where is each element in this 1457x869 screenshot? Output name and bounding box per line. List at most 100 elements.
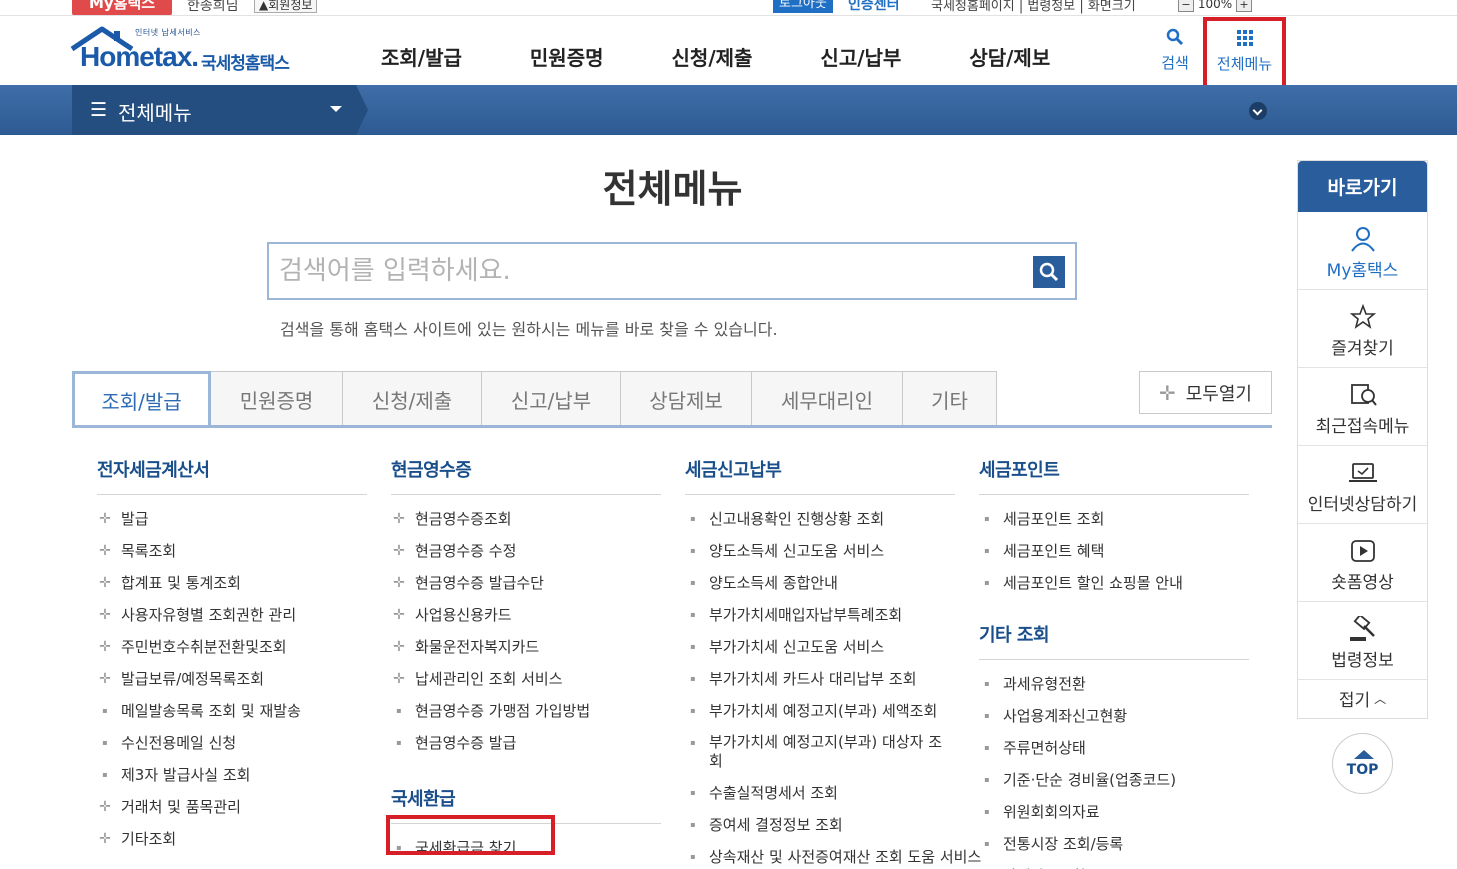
logo-text: Hometax. [80,41,199,72]
logout-button[interactable]: 로그아웃 [773,0,833,13]
menu-item[interactable]: ✛ 기타조회 [97,823,367,855]
section-title: 전자세금계산서 [97,456,367,495]
menu-item[interactable]: ▪ 현금영수증 발급 [391,727,661,759]
zoom-out-button[interactable]: − [1178,0,1194,12]
quick-my-hometax[interactable]: My홈택스 [1298,212,1427,290]
hamburger-icon: ☰ [90,99,108,121]
tab-consult-report[interactable]: 상담제보 [621,371,752,427]
tab-etc[interactable]: 기타 [903,371,997,427]
menu-item[interactable]: ▪ 주류면허상태 [979,732,1249,764]
menu-item[interactable]: ✛ 납세관리인 조회 서비스 [391,663,661,695]
menu-item-label: 발급보류/예정목록조회 [121,670,265,688]
menu-item[interactable]: ▪ 상속재산 및 사전증여재산 조회 도움 서비스 [685,841,981,869]
menu-item[interactable]: ✛ 주민번호수취분전환및조회 [97,631,367,663]
menu-item-label: 사업용신용카드 [415,606,512,624]
menu-item[interactable]: ▪ 부가가치세 예정고지(부과) 세액조회 [685,695,955,727]
gnb-certificates[interactable]: 민원증명 [530,42,604,71]
menu-item[interactable]: ✛ 사용자유형별 조회권한 관리 [97,599,367,631]
category-tabs: 조회/발급 민원증명 신청/제출 신고/납부 상담제보 세무대리인 기타 [72,371,997,427]
menu-item[interactable]: ▪ 현금영수증 가맹점 가입방법 [391,695,661,727]
menu-item[interactable]: ✛ 합계표 및 통계조회 [97,567,367,599]
menu-item[interactable]: ▪ 메일발송목록 조회 및 재발송 [97,695,367,727]
quick-law-info[interactable]: 법령정보 [1298,602,1427,680]
tab-apply-submit[interactable]: 신청/제출 [343,371,482,427]
quick-favorites[interactable]: 즐겨찾기 [1298,290,1427,368]
menu-item[interactable]: ▪ 부가가치세 신고도움 서비스 [685,631,955,663]
menu-item-label: 신고내용확인 진행상황 조회 [709,510,885,528]
quick-item-label: 최근접속메뉴 [1315,417,1410,437]
bullet-icon: ▪ [102,738,108,747]
menu-item[interactable]: ▪ 기준·단순 경비율(업종코드) [979,764,1249,796]
quick-short-video[interactable]: 숏폼영상 [1298,524,1427,602]
menu-item[interactable]: ▪ 증여세 결정정보 조회 [685,809,955,841]
bullet-icon: ▪ [690,738,696,747]
star-icon [1349,304,1377,329]
open-all-button[interactable]: ✛ 모두열기 [1139,371,1272,414]
menu-item[interactable]: ▪ 양도소득세 신고도움 서비스 [685,535,955,567]
menu-item[interactable]: ✛ 화물운전자복지카드 [391,631,661,663]
menu-item[interactable]: ▪ 양도소득세 종합안내 [685,567,955,599]
tab-underline [72,425,1272,428]
menu-item[interactable]: ▪ 수출실적명세서 조회 [685,777,955,809]
gnb-consult-report[interactable]: 상담/제보 [969,42,1050,71]
menu-item[interactable]: ▪ 세금포인트 혜택 [979,535,1249,567]
quick-online-consult[interactable]: 인터넷상담하기 [1298,446,1427,524]
zoom-in-button[interactable]: + [1235,0,1252,12]
menu-item[interactable]: ▪ 전통시장 조회/등록 [979,828,1249,860]
menu-item[interactable]: ▪ 세금포인트 조회 [979,503,1249,535]
menu-item-label: 목록조회 [121,542,177,560]
all-menu-dropdown-label: 전체메뉴 [118,101,192,125]
menu-item-label: 부가가치세 예정고지(부과) 세액조회 [709,702,938,720]
menu-item[interactable]: ✛ 발급 [97,503,367,535]
menu-item[interactable]: ✛ 현금영수증 발급수단 [391,567,661,599]
chevron-down-icon[interactable] [1249,102,1267,120]
gnb-report-pay[interactable]: 신고/납부 [820,42,901,71]
menu-item[interactable]: ▪ 수신전용메일 신청 [97,727,367,759]
menu-item[interactable]: ▪ 신고내용확인 진행상황 조회 [685,503,955,535]
menu-search-button[interactable] [1033,256,1065,288]
menu-item[interactable]: ▪ 제3자 발급사실 조회 [97,759,367,791]
header-all-menu-button[interactable]: 전체메뉴 [1203,17,1286,94]
menu-item[interactable]: ▪ 부가가치세매입자납부특례조회 [685,599,955,631]
menu-item[interactable]: ▪ 위원회회의자료 [979,796,1249,828]
location-bar: ☰ 전체메뉴 [0,85,1457,135]
menu-item-label: 주민번호수취분전환및조회 [121,638,287,656]
scroll-top-button[interactable]: TOP [1332,733,1393,794]
tab-certificates[interactable]: 민원증명 [211,371,343,427]
bullet-icon: ▪ [102,706,108,715]
quick-item-label: 인터넷상담하기 [1307,495,1418,515]
menu-item[interactable]: ▪ 사업용계좌신고현황 [979,700,1249,732]
my-hometax-link[interactable]: My홈택스 [72,0,172,15]
menu-item[interactable]: ▪과세자료조회 [979,860,1249,869]
bullet-icon: ▪ [690,674,696,683]
gnb-apply-submit[interactable]: 신청/제출 [672,42,753,71]
search-hint: 검색을 통해 홈택스 사이트에 있는 원하시는 메뉴를 바로 찾을 수 있습니다… [280,320,778,339]
all-menu-dropdown[interactable]: ☰ 전체메뉴 [72,85,356,135]
quick-fold-button[interactable]: 접기 ︿ [1298,680,1427,716]
menu-item[interactable]: ▪ 부가가치세 카드사 대리납부 조회 [685,663,955,695]
menu-search-input[interactable] [279,253,1019,289]
cert-center-link[interactable]: 인증센터 [848,0,900,14]
menu-item-label: 현금영수증 수정 [415,542,517,560]
menu-item[interactable]: ✛ 발급보류/예정목록조회 [97,663,367,695]
hometax-logo[interactable]: 인터넷 납세서비스 Hometax. 국세청홈택스 [70,25,300,77]
tab-inquiry-issue[interactable]: 조회/발급 [72,371,211,427]
menu-item[interactable]: ▪ 세금포인트 할인 쇼핑몰 안내 [979,567,1249,599]
menu-item[interactable]: ▪ 과세유형전환 [979,668,1249,700]
menu-item[interactable]: ▪환급금 상세조회 [391,864,661,869]
bullet-icon: ▪ [984,807,990,816]
tab-tax-agent[interactable]: 세무대리인 [752,371,903,427]
quick-recent-menu[interactable]: 최근접속메뉴 [1298,368,1427,446]
menu-item[interactable]: ✛ 거래처 및 품목관리 [97,791,367,823]
menu-item[interactable]: ✛ 현금영수증조회 [391,503,661,535]
bullet-icon: ▪ [690,610,696,619]
gnb-inquiry-issue[interactable]: 조회/발급 [381,42,462,71]
menu-item[interactable]: ▪ 부가가치세 예정고지(부과) 대상자 조회 [685,727,955,777]
menu-item[interactable]: ✛ 목록조회 [97,535,367,567]
menu-item[interactable]: ✛ 사업용신용카드 [391,599,661,631]
tab-report-pay[interactable]: 신고/납부 [482,371,621,427]
menu-item[interactable]: ✛ 현금영수증 수정 [391,535,661,567]
header-search-button[interactable]: 검색 [1155,28,1195,73]
member-info-button[interactable]: ▲회원정보 [254,0,318,13]
utility-links[interactable]: 국세청홈페이지 | 법령정보 | 화면크기 [931,0,1136,14]
